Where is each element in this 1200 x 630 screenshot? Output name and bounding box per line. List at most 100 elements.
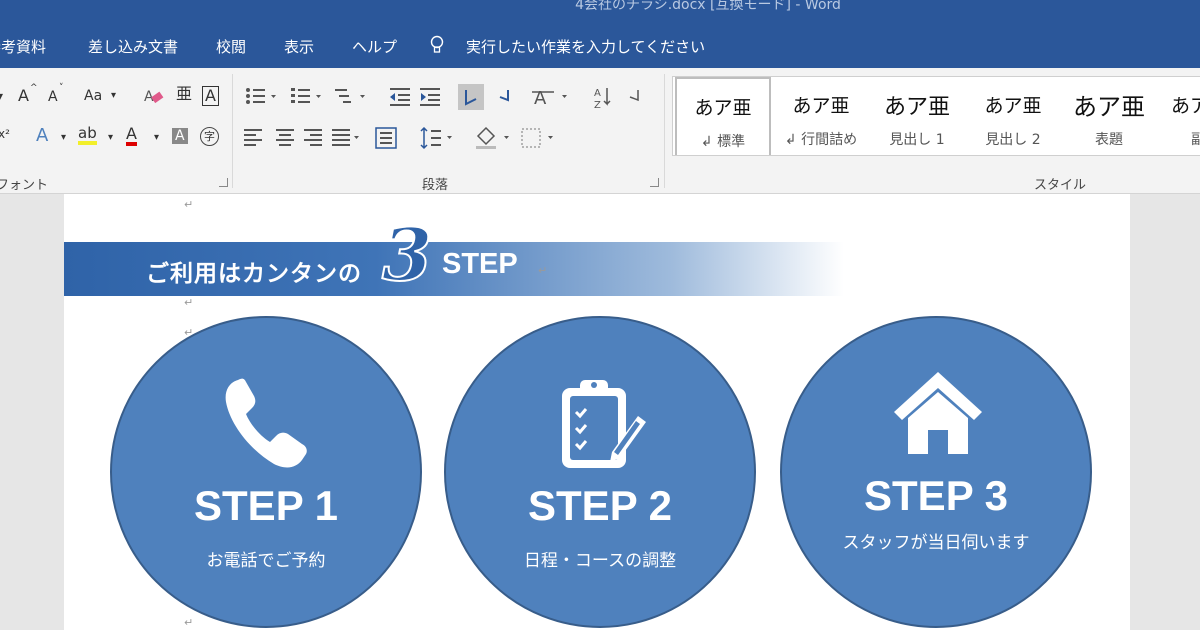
style-heading-1[interactable]: あア亜 見出し 1 [869, 77, 965, 155]
styles-gallery: あア亜 ↲ 標準 あア亜 ↲ 行間詰め あア亜 見出し 1 あア亜 見出し 2 … [672, 76, 1200, 156]
style-sample: あア亜 [694, 97, 752, 119]
step-title: STEP 2 [528, 482, 672, 529]
step-description: お電話でご予約 [206, 551, 326, 571]
decrease-indent-icon[interactable] [390, 88, 410, 106]
step-description: 日程・コースの調整 [523, 551, 677, 571]
title-bar: 4会社のチラシ.docx [互換モード] - Word [0, 0, 1200, 22]
group-separator [232, 74, 233, 188]
clipboard-checklist-icon [562, 380, 646, 468]
banner-lead-text: ご利用はカンタンの [146, 260, 362, 286]
font-dialog-launcher-icon[interactable] [219, 178, 228, 187]
character-border-button[interactable]: A [202, 86, 219, 106]
paragraph-mark: ↵ [538, 264, 548, 277]
window-title: 4会社のチラシ.docx [互換モード] - Word [575, 0, 841, 13]
style-sample: あア [1171, 95, 1200, 117]
sort-icon[interactable]: A Z [594, 88, 611, 111]
style-sample: あア亜 [792, 95, 850, 117]
shrink-font-button[interactable]: A [48, 90, 58, 104]
style-sample: あア亜 [1073, 93, 1145, 121]
numbering-icon[interactable] [291, 88, 321, 103]
text-effects-button[interactable]: A [36, 127, 48, 145]
clear-formatting-icon[interactable]: A [142, 86, 164, 106]
change-case-dropdown-icon[interactable]: ▾ [111, 91, 116, 101]
style-name: 副 [1157, 129, 1200, 149]
style-heading-2[interactable]: あア亜 見出し 2 [965, 77, 1061, 155]
character-shading-button[interactable]: A [172, 128, 188, 144]
style-name: 見出し 1 [889, 132, 945, 148]
highlight-dropdown-icon[interactable]: ▾ [108, 133, 113, 143]
tab-help[interactable]: ヘルプ [352, 36, 397, 57]
grow-font-arrow-icon: ^ [30, 83, 38, 93]
step-title: STEP 1 [194, 482, 338, 529]
align-center-icon[interactable] [276, 129, 294, 146]
house-icon [894, 372, 982, 454]
paragraph-mark: ↵ [184, 616, 194, 629]
ribbon-home: ▾ A ^ A ˅ Aa ▾ A 亜 A x² A ▾ ab ▾ A ▾ A 字… [0, 68, 1200, 194]
svg-text:Z: Z [594, 100, 601, 111]
paragraph-mark: ↵ [184, 296, 194, 309]
font-color-dropdown-icon[interactable]: ▾ [154, 133, 159, 143]
grow-font-button[interactable]: A [18, 88, 29, 104]
svg-text:A: A [594, 88, 601, 99]
font-size-dropdown-icon[interactable]: ▾ [0, 90, 3, 104]
step-description: スタッフが当日伺います [842, 533, 1030, 553]
styles-group-label: スタイル [1034, 178, 1087, 193]
tell-me-search[interactable]: 実行したい作業を入力してください [466, 36, 705, 57]
style-name: 表題 [1095, 132, 1123, 148]
style-normal[interactable]: あア亜 ↲ 標準 [675, 77, 771, 155]
rtl-direction-icon[interactable] [499, 90, 509, 102]
show-formatting-marks-icon[interactable] [629, 90, 639, 102]
enclose-characters-button[interactable]: 字 [200, 127, 219, 146]
line-spacing-icon[interactable] [420, 126, 452, 150]
asian-layout-icon[interactable]: A [532, 88, 567, 109]
borders-icon[interactable] [521, 128, 553, 148]
tab-mailings[interactable]: 差し込み文書 [88, 36, 178, 57]
tab-references[interactable]: 参考資料 [0, 36, 46, 57]
bullets-icon[interactable] [246, 88, 276, 104]
document-page[interactable]: ↵ ご利用はカンタンの 3 STEP ↵ ↵ ↵ STEP 1 お電話でご予約 … [64, 194, 1130, 630]
shrink-font-arrow-icon: ˅ [59, 83, 64, 93]
paragraph-mark: ↵ [184, 198, 194, 211]
group-separator [664, 74, 665, 188]
font-group-label: フォント [0, 178, 49, 193]
tab-review[interactable]: 校閲 [216, 36, 246, 57]
style-name: ↲ 行間詰め [784, 132, 858, 148]
style-title[interactable]: あア亜 表題 [1061, 77, 1157, 155]
distributed-icon[interactable] [375, 127, 397, 149]
paragraph-dialog-launcher-icon[interactable] [650, 178, 659, 187]
step-3-circle[interactable]: STEP 3 スタッフが当日伺います [780, 316, 1092, 628]
highlight-button[interactable]: ab [78, 126, 97, 145]
lightbulb-icon[interactable] [430, 35, 444, 55]
change-case-button[interactable]: Aa [84, 89, 102, 103]
style-subtitle[interactable]: あア 副 [1157, 77, 1200, 155]
align-left-icon[interactable] [244, 129, 262, 146]
justify-icon[interactable] [332, 129, 359, 146]
superscript-icon[interactable]: x² [0, 128, 10, 140]
step-title: STEP 3 [864, 472, 1008, 519]
style-name: 見出し 2 [985, 132, 1041, 148]
increase-indent-icon[interactable] [420, 88, 440, 106]
text-effects-dropdown-icon[interactable]: ▾ [61, 133, 66, 143]
banner-number: 3 [381, 211, 433, 298]
style-name: ↲ 標準 [700, 134, 746, 150]
font-color-button[interactable]: A [126, 126, 137, 146]
ltr-direction-icon[interactable] [458, 84, 484, 110]
shading-bucket-icon[interactable] [476, 126, 509, 149]
banner-step-text: STEP [442, 248, 518, 280]
step-2-circle[interactable]: STEP 2 日程・コースの調整 [444, 316, 756, 628]
phone-icon [225, 378, 307, 468]
ribbon-tab-bar: 参考資料 差し込み文書 校閲 表示 ヘルプ 実行したい作業を入力してください [0, 22, 1200, 68]
title-banner: ご利用はカンタンの 3 STEP ↵ [64, 211, 844, 298]
svg-text:A: A [534, 88, 547, 109]
style-sample: あア亜 [883, 95, 950, 120]
step-1-circle[interactable]: STEP 1 お電話でご予約 [110, 316, 422, 628]
style-no-spacing[interactable]: あア亜 ↲ 行間詰め [773, 77, 869, 155]
tab-view[interactable]: 表示 [284, 36, 314, 57]
phonetic-guide-button[interactable]: 亜 [176, 86, 192, 102]
multilevel-list-icon[interactable] [335, 89, 365, 103]
paragraph-group-label: 段落 [422, 178, 449, 193]
align-right-icon[interactable] [304, 129, 322, 146]
paragraph-buttons: A A Z [244, 84, 639, 150]
page-margin-area [1130, 194, 1200, 630]
style-sample: あア亜 [984, 95, 1042, 117]
